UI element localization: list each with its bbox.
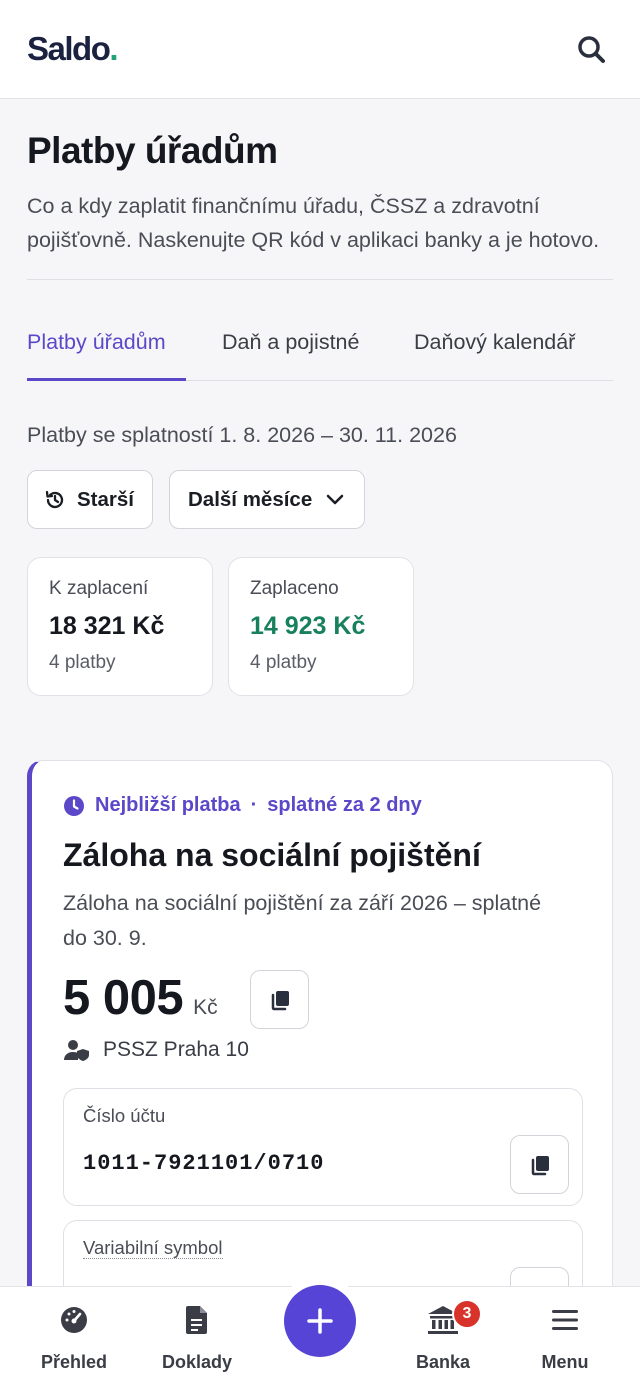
plus-icon bbox=[307, 1308, 333, 1334]
more-months-dropdown[interactable]: Další měsíce bbox=[169, 470, 365, 529]
user-shield-icon bbox=[64, 1040, 89, 1061]
copy-amount-button[interactable] bbox=[250, 970, 309, 1029]
payment-description: Záloha na sociální pojištění za září 202… bbox=[63, 891, 542, 950]
page-lead: Co a kdy zaplatit finančnímu úřadu, ČSSZ… bbox=[27, 194, 600, 252]
nearest-payment-label: Nejbližší platba bbox=[95, 794, 241, 816]
more-months-label: Další měsíce bbox=[188, 487, 313, 511]
tab-tax-calendar[interactable]: Daňový kalendář bbox=[414, 330, 575, 355]
older-button[interactable]: Starší bbox=[27, 470, 153, 529]
payment-amount: 5 005 Kč bbox=[63, 970, 218, 1026]
variable-symbol-label-text[interactable]: Variabilní symbol bbox=[83, 1237, 223, 1259]
amount-currency: Kč bbox=[193, 996, 218, 1019]
tag-separator: · bbox=[250, 794, 258, 816]
hamburger-icon bbox=[552, 1310, 578, 1330]
search-icon bbox=[578, 36, 605, 63]
app-logo[interactable]: Saldo. bbox=[27, 30, 118, 68]
recipient-name: PSSZ Praha 10 bbox=[103, 1038, 249, 1061]
logo-dot: . bbox=[109, 30, 118, 67]
nav-menu-label: Menu bbox=[541, 1352, 589, 1372]
stat-to-pay-count: 4 platby bbox=[49, 652, 116, 673]
filter-buttons: Starší Další měsíce bbox=[27, 470, 613, 530]
nav-overview[interactable]: Přehled bbox=[30, 1287, 118, 1385]
account-number-field: Číslo účtu 1011-7921101/0710 bbox=[63, 1088, 583, 1206]
copy-icon bbox=[531, 1155, 549, 1175]
stat-to-pay-value: 18 321 Kč bbox=[49, 612, 165, 640]
search-button[interactable] bbox=[572, 30, 612, 70]
top-bar: Saldo. bbox=[0, 0, 640, 99]
add-button[interactable] bbox=[284, 1285, 356, 1357]
chevron-down-icon bbox=[326, 494, 344, 504]
history-icon bbox=[45, 490, 64, 508]
due-text: splatné za 2 dny bbox=[267, 794, 422, 816]
older-button-label: Starší bbox=[77, 487, 134, 511]
tab-bar: Platby úřadům Daň a pojistné Daňový kale… bbox=[27, 280, 613, 381]
stat-to-pay-label: K zaplacení bbox=[49, 578, 149, 599]
recipient: PSSZ Praha 10 bbox=[63, 1038, 249, 1062]
stat-to-pay: K zaplacení 18 321 Kč 4 platby bbox=[27, 557, 213, 696]
stat-paid: Zaplaceno 14 923 Kč 4 platby bbox=[228, 557, 414, 696]
logo-text: Saldo bbox=[27, 30, 111, 67]
date-range-text: Platby se splatností 1. 8. 2026 – 30. 11… bbox=[27, 423, 457, 447]
stat-paid-value: 14 923 Kč bbox=[250, 612, 366, 640]
stat-paid-label: Zaplaceno bbox=[250, 578, 339, 599]
copy-icon bbox=[271, 990, 289, 1010]
tab-payments[interactable]: Platby úřadům bbox=[27, 330, 166, 355]
payment-card[interactable]: Nejbližší platba · splatné za 2 dny Zálo… bbox=[27, 760, 613, 1326]
account-number-value[interactable]: 1011-7921101/0710 bbox=[83, 1151, 324, 1176]
stat-paid-count: 4 platby bbox=[250, 652, 317, 673]
copy-account-button[interactable] bbox=[510, 1135, 569, 1194]
nav-documents[interactable]: Doklady bbox=[152, 1287, 242, 1385]
account-number-label: Číslo účtu bbox=[83, 1105, 166, 1126]
nearest-payment-tag: Nejbližší platba · splatné za 2 dny bbox=[63, 794, 422, 817]
bank-notification-badge: 3 bbox=[452, 1299, 482, 1329]
nav-overview-label: Přehled bbox=[40, 1352, 108, 1372]
active-tab-indicator bbox=[27, 378, 186, 381]
payment-title: Záloha na sociální pojištění bbox=[63, 837, 481, 873]
summary-stats: K zaplacení 18 321 Kč 4 platby Zaplaceno… bbox=[27, 557, 613, 697]
clock-icon bbox=[64, 795, 84, 816]
page-content: Platby úřadům Co a kdy zaplatit finanční… bbox=[27, 99, 613, 697]
nav-menu[interactable]: Menu bbox=[525, 1287, 605, 1385]
tab-tax-insurance[interactable]: Daň a pojistné bbox=[222, 330, 359, 355]
amount-value: 5 005 bbox=[63, 971, 184, 1025]
variable-symbol-label: Variabilní symbol bbox=[83, 1237, 223, 1259]
nav-documents-label: Doklady bbox=[161, 1352, 233, 1372]
document-icon bbox=[186, 1306, 207, 1334]
gauge-icon bbox=[61, 1307, 87, 1333]
page-title: Platby úřadům bbox=[27, 130, 278, 171]
nav-bank-label: Banka bbox=[415, 1352, 471, 1372]
